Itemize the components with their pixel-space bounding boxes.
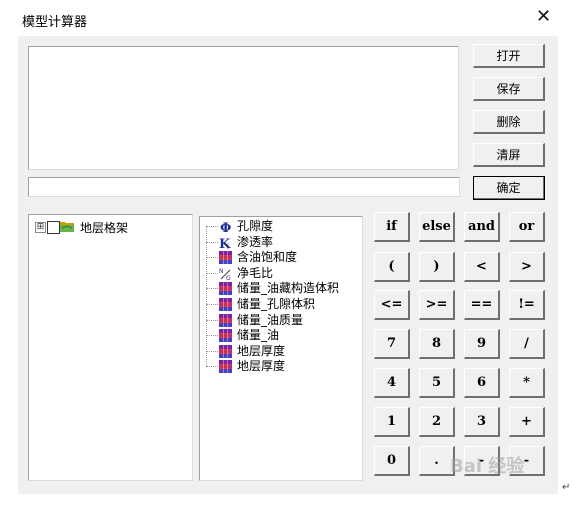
else-key[interactable]: else xyxy=(419,212,455,242)
six-key[interactable]: 6 xyxy=(464,368,500,398)
grid-icon xyxy=(219,282,232,296)
field-item-label: 孔隙度 xyxy=(237,219,274,233)
ratio-icon: NG xyxy=(219,267,232,282)
equal-key[interactable]: == xyxy=(464,290,500,320)
not-equal-key[interactable]: != xyxy=(509,290,545,320)
three-key[interactable]: 3 xyxy=(464,407,500,437)
tree-connector xyxy=(206,288,218,290)
field-item-label: 储量_油藏构造体积 xyxy=(237,281,340,296)
field-item-label: 储量_孔隙体积 xyxy=(237,297,316,311)
output-area[interactable] xyxy=(28,46,459,170)
close-paren-key[interactable]: ) xyxy=(419,252,455,282)
field-item-label: 地层厚度 xyxy=(237,359,286,374)
tree-connector xyxy=(206,319,218,321)
field-item[interactable]: 地层厚度 xyxy=(206,344,376,359)
eight-key[interactable]: 8 xyxy=(419,329,455,359)
field-item-label: 储量_油质量 xyxy=(237,312,304,327)
tree-root-label[interactable]: 地层格架 xyxy=(80,219,128,236)
field-item[interactable]: 储量_油藏构造体积 xyxy=(206,281,376,296)
field-item-label: 渗透率 xyxy=(237,234,274,249)
title-bar: 模型计算器 ✕ xyxy=(0,0,579,36)
open-button[interactable]: 打开 xyxy=(473,44,545,68)
svg-text:N: N xyxy=(219,268,224,275)
tree-connector xyxy=(206,366,218,368)
less-than-key[interactable]: < xyxy=(464,252,500,282)
field-item-label: 储量_油 xyxy=(237,328,280,343)
close-icon[interactable]: ✕ xyxy=(536,7,551,27)
field-item[interactable]: 含油饱和度 xyxy=(206,250,376,265)
tree-connector xyxy=(206,226,218,227)
layer-tree-panel[interactable] xyxy=(28,214,193,481)
field-item[interactable]: N G 净毛比 xyxy=(206,265,376,282)
one-key[interactable]: 1 xyxy=(374,407,410,437)
tree-connector xyxy=(206,272,218,274)
window-title: 模型计算器 xyxy=(22,15,88,30)
confirm-button[interactable]: 确定 xyxy=(473,176,545,200)
less-equal-key[interactable]: <= xyxy=(374,290,410,320)
tree-connector xyxy=(206,350,218,352)
grid-icon xyxy=(219,251,232,265)
four-key[interactable]: 4 xyxy=(374,368,410,398)
seven-key[interactable]: 7 xyxy=(374,329,410,359)
divide-key[interactable]: / xyxy=(509,329,545,359)
nine-key[interactable]: 9 xyxy=(464,329,500,359)
field-item[interactable]: 地层厚度 xyxy=(206,359,376,374)
svg-text:K: K xyxy=(219,237,231,249)
grid-icon xyxy=(219,313,232,327)
watermark: Bai 经验 xyxy=(450,456,525,477)
greater-equal-key[interactable]: >= xyxy=(419,290,455,320)
multiply-key[interactable]: * xyxy=(509,368,545,398)
plus-key[interactable]: + xyxy=(509,407,545,437)
grid-icon xyxy=(219,344,232,358)
open-paren-key[interactable]: ( xyxy=(374,252,410,282)
zero-key[interactable]: 0 xyxy=(374,446,410,476)
expand-icon[interactable]: ⊞ xyxy=(35,222,46,233)
tree-connector xyxy=(206,241,218,243)
field-item[interactable]: 储量_油质量 xyxy=(206,313,376,328)
expression-input[interactable] xyxy=(28,177,460,197)
field-item-label: 净毛比 xyxy=(237,265,274,280)
field-item[interactable]: 储量_孔隙体积 xyxy=(206,297,376,312)
phi-icon: Φ xyxy=(219,220,232,236)
two-key[interactable]: 2 xyxy=(419,407,455,437)
field-item[interactable]: Φ 孔隙度 xyxy=(206,219,376,236)
field-item[interactable]: Ki 渗透率 xyxy=(206,234,376,252)
field-item-label: 地层厚度 xyxy=(237,343,286,358)
grid-icon xyxy=(219,360,232,374)
field-item[interactable]: 储量_油 xyxy=(206,328,376,343)
return-mark: ↵ xyxy=(562,482,571,493)
five-key[interactable]: 5 xyxy=(419,368,455,398)
tree-connector xyxy=(206,304,218,305)
greater-than-key[interactable]: > xyxy=(509,252,545,282)
clear-button[interactable]: 清屏 xyxy=(473,143,545,167)
grid-icon xyxy=(219,329,232,343)
grid-icon xyxy=(219,298,232,311)
field-item-label: 含油饱和度 xyxy=(237,250,298,265)
delete-button[interactable]: 删除 xyxy=(473,110,545,134)
tree-connector xyxy=(206,257,218,259)
folder-layer-icon xyxy=(60,222,74,232)
or-key[interactable]: or xyxy=(509,212,545,242)
k-icon: Ki xyxy=(219,236,232,252)
svg-text:Φ: Φ xyxy=(220,221,231,233)
svg-text:i: i xyxy=(227,243,229,249)
svg-text:G: G xyxy=(226,275,231,280)
if-key[interactable]: if xyxy=(374,212,410,242)
and-key[interactable]: and xyxy=(464,212,500,242)
tree-connector xyxy=(206,335,218,337)
save-button[interactable]: 保存 xyxy=(473,77,545,101)
